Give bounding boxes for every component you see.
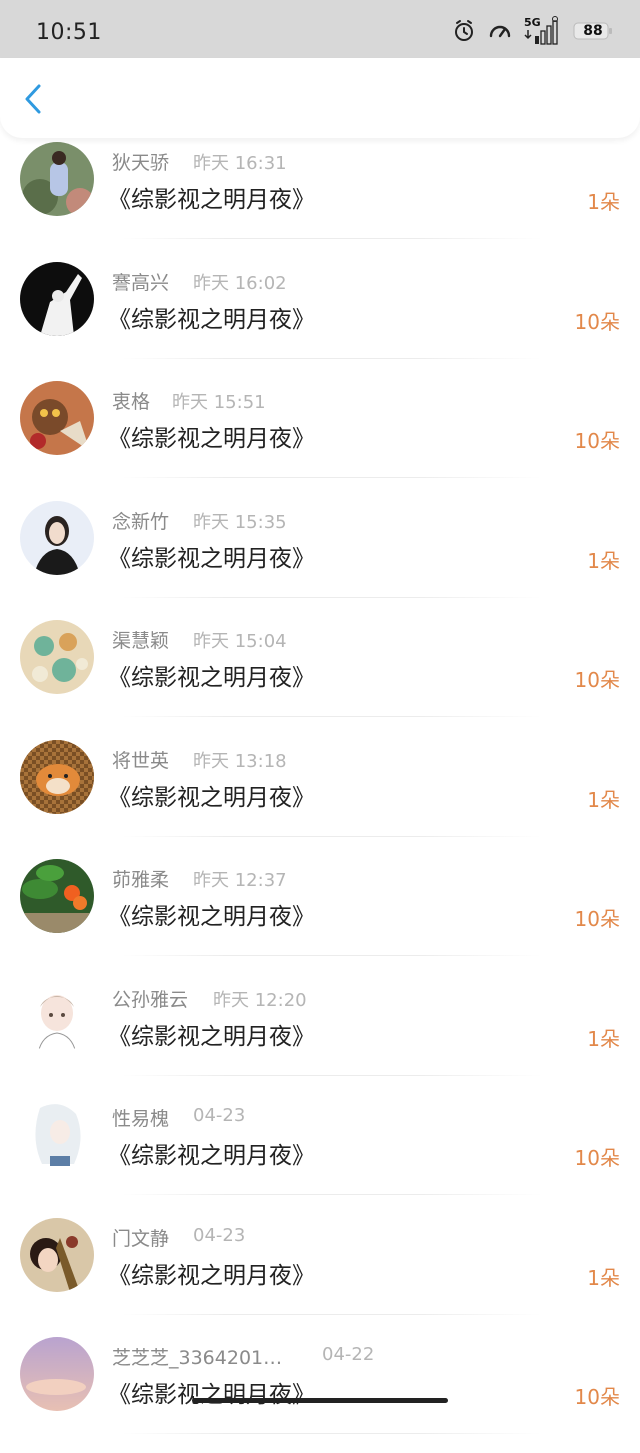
divider	[122, 1433, 542, 1434]
book-title[interactable]: 《综影视之明月夜》	[108, 300, 315, 334]
book-title[interactable]: 《综影视之明月夜》	[108, 1375, 315, 1409]
divider	[122, 357, 542, 359]
timestamp: 昨天 16:02	[193, 272, 287, 294]
status-icons: 5G 88	[452, 16, 612, 46]
gift-record-list: 狄天骄 昨天 16:31 《综影视之明月夜》 1朵 謇高兴 昨天 16:02 《综影视之明月…	[0, 138, 640, 1453]
avatar[interactable]	[20, 859, 94, 933]
user-name[interactable]: 茆雅柔	[112, 865, 169, 892]
avatar[interactable]	[20, 1337, 94, 1411]
divider	[122, 596, 542, 598]
timestamp: 昨天 12:20	[213, 989, 307, 1011]
list-item[interactable]: 念新竹 昨天 15:35 《综影视之明月夜》 1朵	[0, 497, 640, 617]
list-item[interactable]: 衷格 昨天 15:51 《综影视之明月夜》 10朵	[0, 377, 640, 497]
book-title[interactable]: 《综影视之明月夜》	[108, 1136, 315, 1170]
divider	[122, 835, 542, 837]
list-item[interactable]: 渠慧颖 昨天 15:04 《综影视之明月夜》 10朵	[0, 616, 640, 736]
user-name[interactable]: 门文静	[112, 1224, 169, 1251]
home-indicator[interactable]	[192, 1398, 448, 1403]
timestamp: 昨天 13:18	[193, 750, 287, 772]
status-bar: 10:51 5G 88	[0, 0, 640, 60]
user-name[interactable]: 公孙雅云	[112, 985, 188, 1012]
flower-amount: 10朵	[574, 1385, 620, 1409]
book-title[interactable]: 《综影视之明月夜》	[108, 778, 315, 812]
list-item[interactable]: 门文静 04-23 《综影视之明月夜》 1朵	[0, 1214, 640, 1334]
book-title[interactable]: 《综影视之明月夜》	[108, 897, 315, 931]
avatar[interactable]	[20, 500, 94, 575]
flower-amount: 10朵	[574, 1146, 620, 1170]
flower-amount: 10朵	[574, 668, 620, 692]
avatar[interactable]	[20, 261, 94, 336]
user-name[interactable]: 将世英	[112, 746, 169, 773]
timestamp: 04-23	[193, 1105, 246, 1126]
user-name[interactable]: 渠慧颖	[112, 626, 169, 653]
divider	[122, 238, 542, 239]
avatar[interactable]	[20, 142, 94, 216]
list-item[interactable]: 茆雅柔 昨天 12:37 《综影视之明月夜》 10朵	[0, 855, 640, 975]
book-title[interactable]: 《综影视之明月夜》	[108, 1017, 315, 1051]
divider	[122, 1313, 542, 1315]
flower-amount: 1朵	[587, 548, 620, 573]
speedometer-icon	[488, 19, 512, 43]
user-name[interactable]: 衷格	[112, 387, 150, 414]
avatar[interactable]	[20, 978, 94, 1053]
user-name[interactable]: 性易槐	[112, 1104, 169, 1131]
chevron-left-icon	[25, 84, 41, 114]
user-name[interactable]: 謇高兴	[112, 268, 169, 295]
avatar[interactable]	[20, 739, 94, 814]
flower-amount: 10朵	[574, 907, 620, 931]
list-item[interactable]: 公孙雅云 昨天 12:20 《综影视之明月夜》 1朵	[0, 975, 640, 1095]
flower-amount: 1朵	[587, 787, 620, 812]
divider	[122, 716, 542, 717]
avatar[interactable]	[20, 1217, 94, 1292]
flower-amount: 1朵	[587, 1026, 620, 1051]
avatar[interactable]	[20, 620, 94, 694]
status-time: 10:51	[36, 20, 102, 45]
back-button[interactable]	[18, 82, 52, 116]
book-title[interactable]: 《综影视之明月夜》	[108, 658, 315, 692]
user-name[interactable]: 狄天骄	[112, 148, 169, 175]
list-item[interactable]: 謇高兴 昨天 16:02 《综影视之明月夜》 10朵	[0, 258, 640, 378]
timestamp: 04-22	[322, 1344, 375, 1365]
book-title[interactable]: 《综影视之明月夜》	[108, 419, 315, 453]
flower-amount: 10朵	[574, 429, 620, 453]
divider	[122, 955, 542, 956]
flower-amount: 1朵	[587, 1265, 620, 1290]
timestamp: 昨天 15:04	[193, 631, 287, 652]
flower-amount: 10朵	[574, 309, 620, 334]
battery-level: 88	[583, 23, 603, 39]
alarm-icon	[452, 19, 476, 43]
book-title[interactable]: 《综影视之明月夜》	[108, 180, 315, 214]
divider	[122, 1074, 542, 1076]
book-title[interactable]: 《综影视之明月夜》	[108, 1256, 315, 1290]
timestamp: 昨天 16:31	[193, 153, 287, 174]
timestamp: 昨天 12:37	[193, 870, 287, 891]
timestamp: 04-23	[193, 1224, 246, 1246]
signal-5g-icon: 5G	[524, 16, 564, 46]
divider	[122, 1194, 542, 1195]
timestamp: 昨天 15:51	[172, 392, 266, 413]
list-item[interactable]: 狄天骄 昨天 16:31 《综影视之明月夜》 1朵	[0, 138, 640, 258]
list-item[interactable]: 性易槐 04-23 《综影视之明月夜》 10朵	[0, 1094, 640, 1214]
flower-amount: 1朵	[587, 190, 620, 214]
avatar[interactable]	[20, 1098, 94, 1172]
book-title[interactable]: 《综影视之明月夜》	[108, 539, 315, 573]
divider	[122, 477, 542, 478]
avatar[interactable]	[20, 381, 94, 455]
list-item[interactable]: 将世英 昨天 13:18 《综影视之明月夜》 1朵	[0, 736, 640, 856]
list-item[interactable]: 芝芝芝_3364201… 04-22 《综影视之明月夜》 10朵	[0, 1333, 640, 1453]
user-name[interactable]: 芝芝芝_3364201…	[112, 1343, 282, 1370]
timestamp: 昨天 15:35	[193, 511, 287, 533]
battery-icon: 88	[573, 20, 612, 42]
user-name[interactable]: 念新竹	[112, 507, 169, 534]
header	[0, 58, 640, 138]
